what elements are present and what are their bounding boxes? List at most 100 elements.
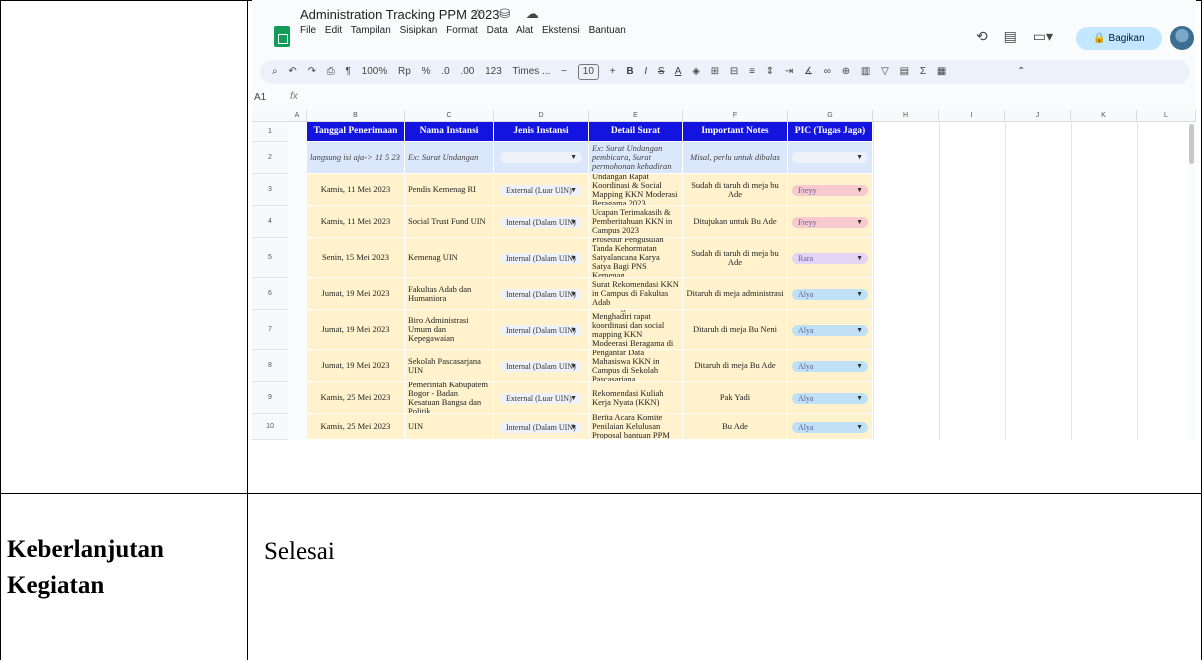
- input-tools-icon[interactable]: ▦: [937, 66, 946, 77]
- table-cell[interactable]: Surat Rekomendasi KKN in Campus di Fakul…: [589, 278, 683, 310]
- jenis-chip[interactable]: Internal (Dalam UIN) ▼: [500, 252, 582, 264]
- column-header[interactable]: C: [405, 110, 494, 122]
- table-cell[interactable]: Freyy ▼: [788, 174, 873, 206]
- font-select[interactable]: Times ...: [512, 66, 550, 77]
- pic-chip[interactable]: Freyy ▼: [792, 216, 868, 228]
- menu-view[interactable]: Tampilan: [351, 25, 391, 36]
- wrap-icon[interactable]: ⇥: [785, 66, 793, 77]
- row-header[interactable]: 10: [252, 414, 288, 440]
- column-header[interactable]: D: [494, 110, 589, 122]
- column-header[interactable]: L: [1137, 110, 1196, 122]
- table-cell[interactable]: Undangan Rapat Koordinasi & Social Mappi…: [589, 174, 683, 206]
- row-header[interactable]: 4: [252, 206, 288, 238]
- column-header[interactable]: B: [307, 110, 405, 122]
- table-cell[interactable]: Ditaruh di meja administrasi: [683, 278, 788, 310]
- header-cell[interactable]: Tanggal Penerimaan: [307, 122, 405, 142]
- header-cell[interactable]: Jenis Instansi: [494, 122, 589, 142]
- menu-format[interactable]: Format: [446, 25, 478, 36]
- column-header[interactable]: J: [1005, 110, 1071, 122]
- align-icon[interactable]: ≡: [749, 66, 755, 77]
- column-header[interactable]: A: [288, 110, 307, 122]
- table-cell[interactable]: Ditaruh di meja Bu Ade: [683, 350, 788, 382]
- table-cell[interactable]: Ditaruh di meja Bu Neni: [683, 310, 788, 350]
- table-cell[interactable]: Pak Yadi: [683, 382, 788, 414]
- row-header[interactable]: 1: [252, 122, 288, 142]
- table-cell[interactable]: Alya ▼: [788, 382, 873, 414]
- jenis-chip[interactable]: External (Luar UIN) ▼: [500, 392, 582, 404]
- table-cell[interactable]: Sudah di taruh di meja bu Ade: [683, 174, 788, 206]
- row-header[interactable]: 8: [252, 350, 288, 382]
- pic-chip[interactable]: Alya ▼: [792, 360, 868, 372]
- meet-icon[interactable]: ▭▾: [1033, 28, 1053, 44]
- row-header[interactable]: 9: [252, 382, 288, 414]
- column-header[interactable]: G: [788, 110, 873, 122]
- table-cell[interactable]: Berita Acara Komite Penilaian Kelulusan …: [589, 414, 683, 440]
- table-cell[interactable]: Bu Ade: [683, 414, 788, 440]
- example-dropdown-cell[interactable]: ▼: [788, 142, 873, 174]
- row-header[interactable]: 3: [252, 174, 288, 206]
- column-header[interactable]: I: [939, 110, 1005, 122]
- pic-chip[interactable]: Alya ▼: [792, 421, 868, 433]
- italic-button[interactable]: I: [644, 66, 647, 77]
- menu-help[interactable]: Bantuan: [589, 25, 626, 36]
- table-cell[interactable]: Internal (Dalam UIN) ▼: [494, 278, 589, 310]
- table-cell[interactable]: Rara ▼: [788, 238, 873, 278]
- jenis-chip[interactable]: Internal (Dalam UIN) ▼: [500, 360, 582, 372]
- comments-icon[interactable]: ▤: [1004, 28, 1017, 44]
- table-cell[interactable]: External (Luar UIN) ▼: [494, 382, 589, 414]
- pic-chip[interactable]: Freyy ▼: [792, 184, 868, 196]
- table-cell[interactable]: Fakultas Adab dan Humaniora: [405, 278, 494, 310]
- functions-icon[interactable]: Σ: [920, 66, 926, 77]
- pic-chip[interactable]: Rara ▼: [792, 252, 868, 264]
- row-header[interactable]: 7: [252, 310, 288, 350]
- avatar[interactable]: [1170, 26, 1194, 50]
- table-cell[interactable]: Kamis, 11 Mei 2023: [307, 174, 405, 206]
- dropdown-chip[interactable]: ▼: [500, 152, 582, 163]
- print-icon[interactable]: ⎙: [327, 66, 335, 77]
- table-cell[interactable]: Pengantar Data Mahasiswa KKN in Campus d…: [589, 350, 683, 382]
- row-header[interactable]: 6: [252, 278, 288, 310]
- table-cell[interactable]: Internal (Dalam UIN) ▼: [494, 238, 589, 278]
- menu-tools[interactable]: Alat: [516, 25, 533, 36]
- example-dropdown-cell[interactable]: ▼: [494, 142, 589, 174]
- table-cell[interactable]: Pemerintah Kabupatem Bogor - Badan Kesat…: [405, 382, 494, 414]
- rotate-icon[interactable]: ∡: [804, 66, 813, 77]
- menu-insert[interactable]: Sisipkan: [400, 25, 438, 36]
- table-cell[interactable]: Internal (Dalam UIN) ▼: [494, 350, 589, 382]
- table-cell[interactable]: Alya ▼: [788, 350, 873, 382]
- header-cell[interactable]: Important Notes: [683, 122, 788, 142]
- filter-icon[interactable]: ▽: [881, 66, 889, 77]
- collapse-toolbar-icon[interactable]: ⌃: [1017, 66, 1025, 77]
- jenis-chip[interactable]: Internal (Dalam UIN) ▼: [500, 421, 582, 433]
- font-size-input[interactable]: 10: [577, 64, 599, 80]
- table-cell[interactable]: Biro Administrasi Umum dan Kepegawaian: [405, 310, 494, 350]
- table-cell[interactable]: Kamis, 25 Mei 2023: [307, 382, 405, 414]
- share-button[interactable]: 🔒 Bagikan: [1076, 27, 1162, 50]
- table-cell[interactable]: Alya ▼: [788, 310, 873, 350]
- increase-decimal-button[interactable]: .00: [460, 66, 474, 77]
- fill-color-icon[interactable]: ◈: [692, 66, 700, 77]
- table-cell[interactable]: Jumat, 19 Mei 2023: [307, 278, 405, 310]
- table-cell[interactable]: External (Luar UIN) ▼: [494, 174, 589, 206]
- strikethrough-button[interactable]: S: [658, 66, 665, 77]
- dropdown-chip[interactable]: ▼: [792, 152, 868, 163]
- jenis-chip[interactable]: Internal (Dalam UIN) ▼: [500, 288, 582, 300]
- vertical-scrollbar[interactable]: [1189, 124, 1194, 164]
- menu-data[interactable]: Data: [487, 25, 508, 36]
- table-cell[interactable]: Kemenag UIN: [405, 238, 494, 278]
- decrease-decimal-button[interactable]: .0: [441, 66, 449, 77]
- font-size-decrease[interactable]: −: [561, 66, 567, 77]
- bold-button[interactable]: B: [626, 66, 633, 77]
- history-icon[interactable]: ⟲: [976, 28, 988, 44]
- example-cell[interactable]: Ex: Surat Undangan pembicara, Surat perm…: [589, 142, 683, 174]
- table-cell[interactable]: Sekolah Pascasarjana UIN: [405, 350, 494, 382]
- borders-icon[interactable]: ⊞: [711, 66, 719, 77]
- table-cell[interactable]: Internal (Dalam UIN) ▼: [494, 414, 589, 440]
- filter-views-icon[interactable]: ▤: [900, 66, 909, 77]
- search-icon[interactable]: ⌕: [272, 66, 278, 77]
- table-cell[interactable]: Internal (Dalam UIN) ▼: [494, 206, 589, 238]
- table-cell[interactable]: Pendis Kemenag RI: [405, 174, 494, 206]
- table-cell[interactable]: Senin, 15 Mei 2023: [307, 238, 405, 278]
- pic-chip[interactable]: Alya ▼: [792, 324, 868, 336]
- undo-icon[interactable]: ↶: [288, 66, 296, 77]
